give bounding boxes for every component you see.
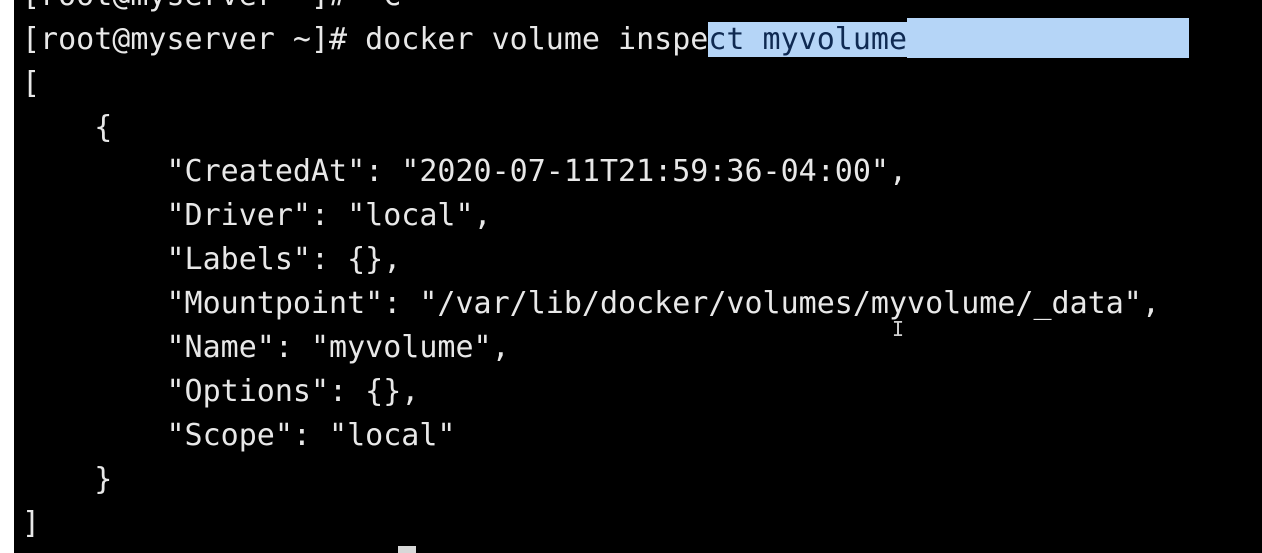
selected-text[interactable]: ct myvolume [708, 22, 908, 57]
terminal-window[interactable]: [root@myserver ~]# ^C[root@myserver ~]# … [14, 0, 1262, 553]
terminal-line-command[interactable]: [root@myserver ~]# docker volume inspect… [22, 18, 1190, 62]
terminal-line-name: "Name": "myvolume", [22, 330, 510, 365]
terminal-line-mountpoint: "Mountpoint": "/var/lib/docker/volumes/m… [22, 286, 1160, 321]
terminal-line-driver: "Driver": "local", [22, 198, 492, 233]
command-text: [root@myserver ~]# docker volume inspe [22, 22, 709, 57]
terminal-line-open-bracket: [ [22, 66, 41, 101]
terminal-line-close-bracket: ] [22, 506, 41, 541]
selection-highlight [907, 18, 1190, 58]
terminal-line-scope: "Scope": "local" [22, 418, 456, 453]
ibeam-cursor-icon: I [892, 317, 905, 341]
terminal-output[interactable]: [root@myserver ~]# ^C[root@myserver ~]# … [22, 0, 1190, 546]
terminal-line-labels: "Labels": {}, [22, 242, 402, 277]
terminal-line-createdat: "CreatedAt": "2020-07-11T21:59:36-04:00"… [22, 154, 908, 189]
terminal-line-options: "Options": {}, [22, 374, 420, 409]
terminal-line-open-brace: { [22, 110, 113, 145]
terminal-cursor [398, 546, 416, 553]
terminal-line-close-brace: } [22, 462, 113, 497]
terminal-line-prev-prompt: [root@myserver ~]# ^C [22, 0, 1189, 18]
window-edge [0, 0, 14, 553]
